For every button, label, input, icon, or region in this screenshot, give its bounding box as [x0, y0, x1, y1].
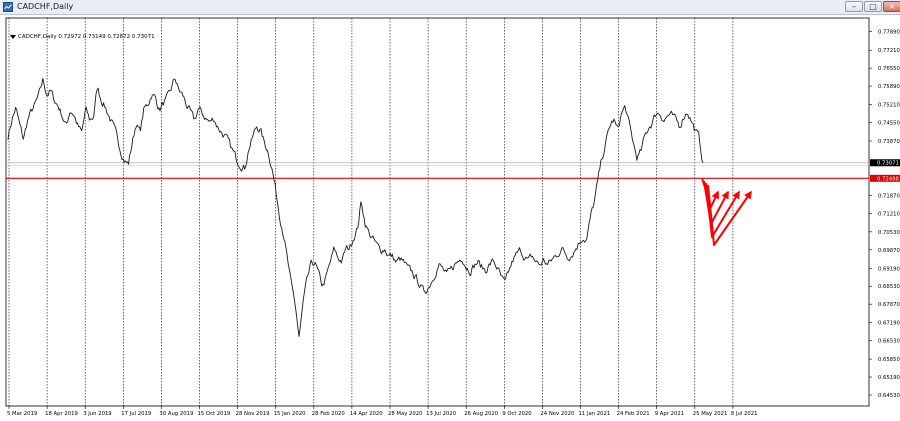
x-tick-label: 8 Jul 2021 [731, 411, 758, 417]
y-tick-label: 0.75210 [878, 103, 900, 109]
chart-area[interactable]: 0.77890 0.77210 0.76550 0.75890 0.75210 0.745… [0, 15, 900, 417]
x-tick-label: 28 May 2020 [388, 411, 423, 417]
minimize-icon: – [852, 2, 856, 11]
y-tick-label: 0.69870 [878, 248, 900, 254]
current-price-label: 0.73071 [877, 161, 899, 167]
y-tick-label: 0.77210 [878, 48, 900, 54]
x-tick-label: 25 May 2021 [693, 411, 728, 417]
x-tick-label: 26 Aug 2020 [464, 411, 499, 417]
restore-icon: □ [869, 2, 877, 11]
x-tick-label: 11 Jan 2021 [579, 411, 611, 417]
support-level-label: 0.72498 [877, 176, 900, 182]
ohlc-info-line: CADCHF,Daily 0.72972 0.73149 0.72872 0.7… [10, 34, 155, 40]
y-tick-label: 0.66530 [878, 339, 900, 345]
y-tick-label: 0.71870 [878, 193, 900, 199]
y-tick-label: 0.67870 [878, 302, 900, 308]
x-tick-label: 30 Aug 2019 [159, 411, 193, 417]
y-tick-label: 0.75890 [878, 84, 900, 90]
y-tick-label: 0.65190 [878, 375, 900, 381]
dropdown-triangle-icon [10, 34, 16, 39]
x-tick-label: 15 Oct 2019 [198, 411, 231, 417]
x-tick-label: 24 Nov 2020 [540, 411, 575, 417]
y-tick-label: 0.76550 [878, 66, 900, 72]
x-tick-label: 18 Apr 2019 [45, 411, 78, 417]
close-icon: × [888, 2, 896, 11]
info-values: 0.72972 0.73149 0.72872 0.73071 [58, 34, 155, 40]
x-tick-label: 3 Jun 2019 [83, 411, 112, 417]
x-tick-label: 28 Nov 2019 [236, 411, 270, 417]
close-button[interactable]: × [883, 1, 900, 12]
window-title: CADCHF,Daily [17, 2, 74, 11]
plot-frame [5, 17, 870, 407]
window-titlebar[interactable]: CADCHF,Daily – □ × [0, 0, 900, 15]
y-tick-label: 0.65850 [878, 357, 900, 363]
x-tick-label: 24 Feb 2021 [617, 411, 650, 417]
x-tick-label: 9 Oct 2020 [502, 411, 532, 417]
y-tick-label: 0.71210 [878, 211, 900, 217]
y-tick-label: 0.77890 [878, 30, 900, 36]
y-tick-label: 0.70530 [878, 230, 900, 236]
y-tick-label: 0.74550 [878, 121, 900, 127]
x-tick-label: 15 Jan 2020 [274, 411, 306, 417]
y-tick-label: 0.64530 [878, 393, 900, 399]
chart-window: CADCHF,Daily – □ × 0.77890 0.77210 0.76550… [0, 0, 900, 417]
x-tick-label: 17 Jul 2019 [121, 411, 151, 417]
y-tick-label: 0.73870 [878, 139, 900, 145]
y-tick-label: 0.68530 [878, 284, 900, 290]
x-tick-label: 28 Feb 2020 [312, 411, 346, 417]
y-tick-label: 0.69190 [878, 266, 900, 272]
x-tick-label: 9 Apr 2021 [655, 411, 684, 417]
minimize-button[interactable]: – [845, 1, 863, 12]
x-tick-label: 14 Apr 2020 [350, 411, 383, 417]
restore-button[interactable]: □ [864, 1, 882, 12]
x-tick-label: 13 Jul 2020 [426, 411, 457, 417]
x-tick-label: 5 Mar 2019 [7, 411, 37, 417]
info-symbol: CADCHF,Daily [18, 34, 57, 40]
price-chart[interactable]: 0.77890 0.77210 0.76550 0.75890 0.75210 0.745… [0, 15, 900, 417]
y-tick-label: 0.67190 [878, 321, 900, 327]
chart-app-icon [3, 2, 13, 12]
